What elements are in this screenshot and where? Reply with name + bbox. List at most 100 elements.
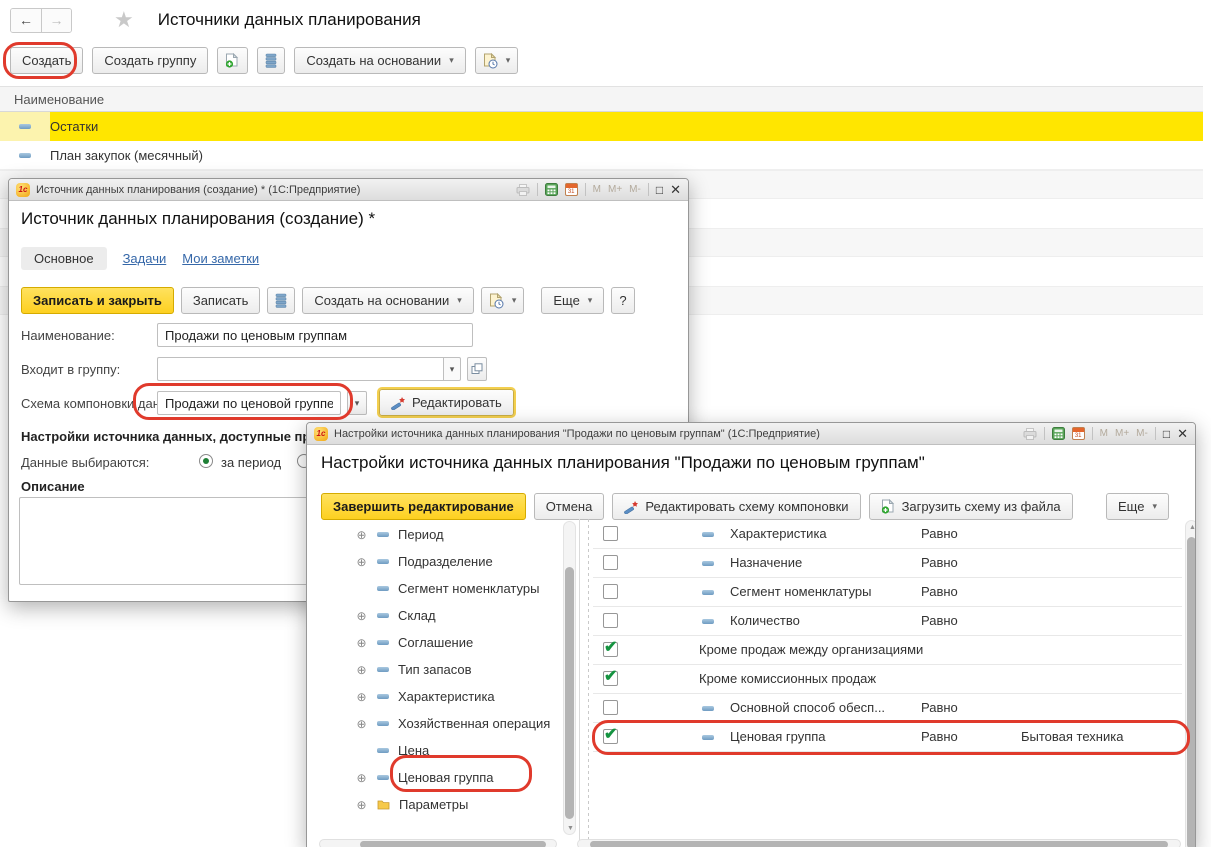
checkbox-unchecked[interactable] [603,700,618,715]
tree-item[interactable]: ⊕Тип запасов [319,656,563,683]
memory-button-0[interactable]: M [593,184,601,195]
schema-dropdown-icon[interactable]: ▾ [347,391,367,415]
filters-vertical-scrollbar[interactable]: ▲ [1185,520,1195,847]
cancel-button[interactable]: Отмена [534,493,605,520]
schema-input[interactable] [157,391,341,415]
checkbox-unchecked[interactable] [603,613,618,628]
scroll-down-icon[interactable]: ▼ [565,825,576,832]
load-schema-button[interactable]: Загрузить схему из файла [869,493,1073,520]
save-button[interactable]: Записать [181,287,261,314]
check-icon: ✔ [604,666,617,686]
print-icon[interactable] [516,184,530,196]
edit-composition-schema-button[interactable]: Редактировать схему компоновки [612,493,860,520]
filter-row[interactable]: НазначениеРавно [593,549,1182,578]
back-icon[interactable]: ← [11,9,41,32]
tree-item[interactable]: ⊕Ценовая группа [319,764,563,791]
expand-plus-icon[interactable]: ⊕ [355,690,368,704]
filter-row[interactable]: ✔Кроме комиссионных продаж [593,665,1182,694]
scroll-up-icon[interactable]: ▲ [1187,524,1195,531]
checkbox-checked[interactable]: ✔ [603,671,618,686]
group-input[interactable] [157,357,443,381]
edit-schema-button[interactable]: Редактировать [379,389,514,416]
document-clock-button[interactable]: ▾ [481,287,525,314]
expand-plus-icon[interactable]: ⊕ [355,663,368,677]
checkbox-unchecked[interactable] [603,526,618,541]
checkbox-checked[interactable]: ✔ [603,642,618,657]
expand-plus-icon[interactable]: ⊕ [355,798,368,812]
expand-plus-icon[interactable]: ⊕ [355,609,368,623]
list-settings-button[interactable] [257,47,285,74]
filter-row[interactable]: ✔Ценовая группаРавноБытовая техника [593,723,1182,752]
table-row[interactable]: Остатки [0,112,1203,141]
expand-plus-icon[interactable]: ⊕ [355,771,368,785]
calendar-icon[interactable]: 31 [1072,427,1085,440]
tree-item[interactable]: ⊕Характеристика [319,683,563,710]
calendar-icon[interactable]: 31 [565,183,578,196]
memory-button-1[interactable]: M+ [1115,428,1129,439]
create-group-button[interactable]: Создать группу [92,47,208,74]
more-button[interactable]: Еще▾ [541,287,604,314]
save-and-close-button[interactable]: Записать и закрыть [21,287,174,314]
create-based-button[interactable]: Создать на основании▾ [294,47,465,74]
group-open-button[interactable] [467,357,487,381]
divider [537,183,538,196]
close-icon[interactable]: ✕ [1177,427,1188,440]
checkbox-unchecked[interactable] [603,584,618,599]
favorite-star-icon[interactable]: ★ [114,7,134,33]
tab-main[interactable]: Основное [21,247,107,270]
forward-icon[interactable]: → [41,9,71,32]
stack-icon [265,53,277,68]
calculator-icon[interactable] [1052,427,1065,440]
name-input[interactable] [157,323,473,347]
expand-plus-icon[interactable]: ⊕ [355,528,368,542]
expand-plus-icon[interactable]: ⊕ [355,717,368,731]
tree-item[interactable]: ⊕Соглашение [319,629,563,656]
more-button[interactable]: Еще▾ [1106,493,1169,520]
maximize-icon[interactable]: □ [1163,428,1170,440]
close-icon[interactable]: ✕ [670,183,681,196]
dialog2-titlebar[interactable]: 1с Настройки источника данных планирован… [307,423,1195,445]
chevron-down-icon: ▾ [449,55,454,66]
filter-row[interactable]: ✔Кроме продаж между организациями [593,636,1182,665]
expand-plus-icon[interactable]: ⊕ [355,636,368,650]
create-button[interactable]: Создать [10,47,83,74]
calculator-icon[interactable] [545,183,558,196]
tree-item[interactable]: ⊕Параметры [319,791,563,818]
filter-row[interactable]: Сегмент номенклатурыРавно [593,578,1182,607]
tab-tasks[interactable]: Задачи [123,251,167,266]
tree-item[interactable]: ⊕Склад [319,602,563,629]
table-row[interactable]: План закупок (месячный) [0,141,1203,170]
filter-row[interactable]: Основной способ обесп...Равно [593,694,1182,723]
tree-item[interactable]: ⊕Подразделение [319,548,563,575]
group-dropdown-icon[interactable]: ▾ [443,357,461,381]
filter-row[interactable]: ХарактеристикаРавно [593,520,1182,549]
memory-button-2[interactable]: M- [629,184,641,195]
memory-button-0[interactable]: M [1100,428,1108,439]
tree-item[interactable]: ⊕Хозяйственная операция [319,710,563,737]
tree-item[interactable]: ⊕Период [319,521,563,548]
expand-plus-icon[interactable]: ⊕ [355,555,368,569]
tree-item[interactable]: Сегмент номенклатуры [319,575,563,602]
checkbox-checked[interactable]: ✔ [603,729,618,744]
tree-vertical-scrollbar[interactable]: ▼ [563,521,576,835]
filter-row[interactable]: КоличествоРавно [593,607,1182,636]
dialog1-titlebar[interactable]: 1с Источник данных планирования (создани… [9,179,688,201]
column-header-name[interactable]: Наименование [0,86,1203,112]
filters-horizontal-scrollbar[interactable] [577,839,1181,847]
radio-for-period[interactable] [199,454,213,468]
tab-my-notes[interactable]: Мои заметки [182,251,259,266]
maximize-icon[interactable]: □ [656,184,663,196]
finish-editing-button[interactable]: Завершить редактирование [321,493,526,520]
memory-button-1[interactable]: M+ [608,184,622,195]
memory-button-2[interactable]: M- [1136,428,1148,439]
document-clock-button[interactable]: ▾ [475,47,519,74]
tree-item[interactable]: Цена [319,737,563,764]
pane-divider[interactable] [579,519,580,847]
help-button[interactable]: ? [611,287,634,314]
checkbox-unchecked[interactable] [603,555,618,570]
print-icon[interactable] [1023,428,1037,440]
tree-horizontal-scrollbar[interactable] [319,839,557,847]
list-settings-button[interactable] [267,287,295,314]
create-based-button[interactable]: Создать на основании▾ [302,287,473,314]
copy-button[interactable] [217,47,248,74]
